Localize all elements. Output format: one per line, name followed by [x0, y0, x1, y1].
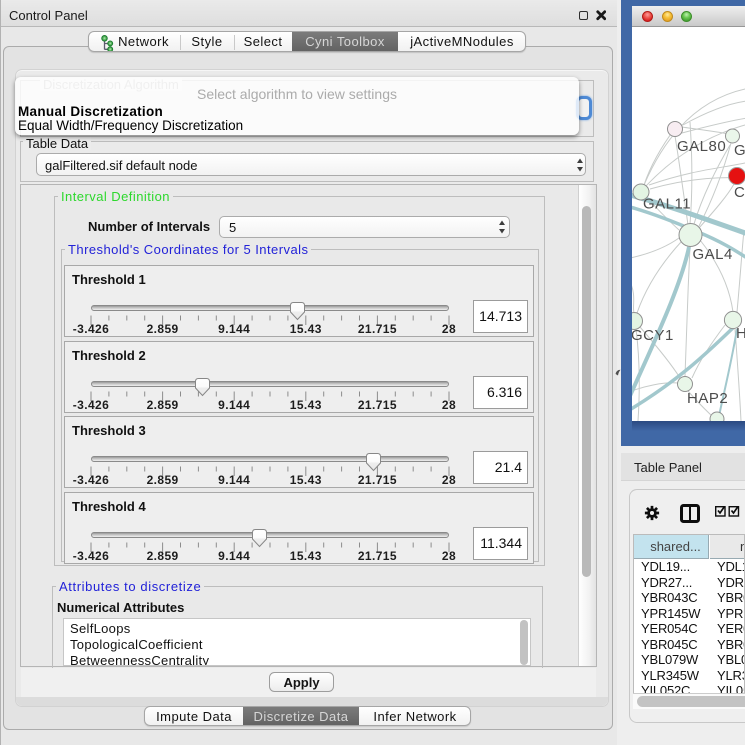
- svg-text:GAL4: GAL4: [693, 246, 733, 263]
- svg-text:GCY1: GCY1: [632, 327, 674, 344]
- svg-text:HAP2: HAP2: [687, 390, 728, 407]
- svg-text:C: C: [734, 184, 745, 201]
- svg-text:GAL11: GAL11: [643, 196, 691, 213]
- svg-text:GAL80: GAL80: [677, 138, 726, 155]
- svg-text:GA: GA: [734, 142, 745, 159]
- svg-text:H: H: [736, 325, 745, 342]
